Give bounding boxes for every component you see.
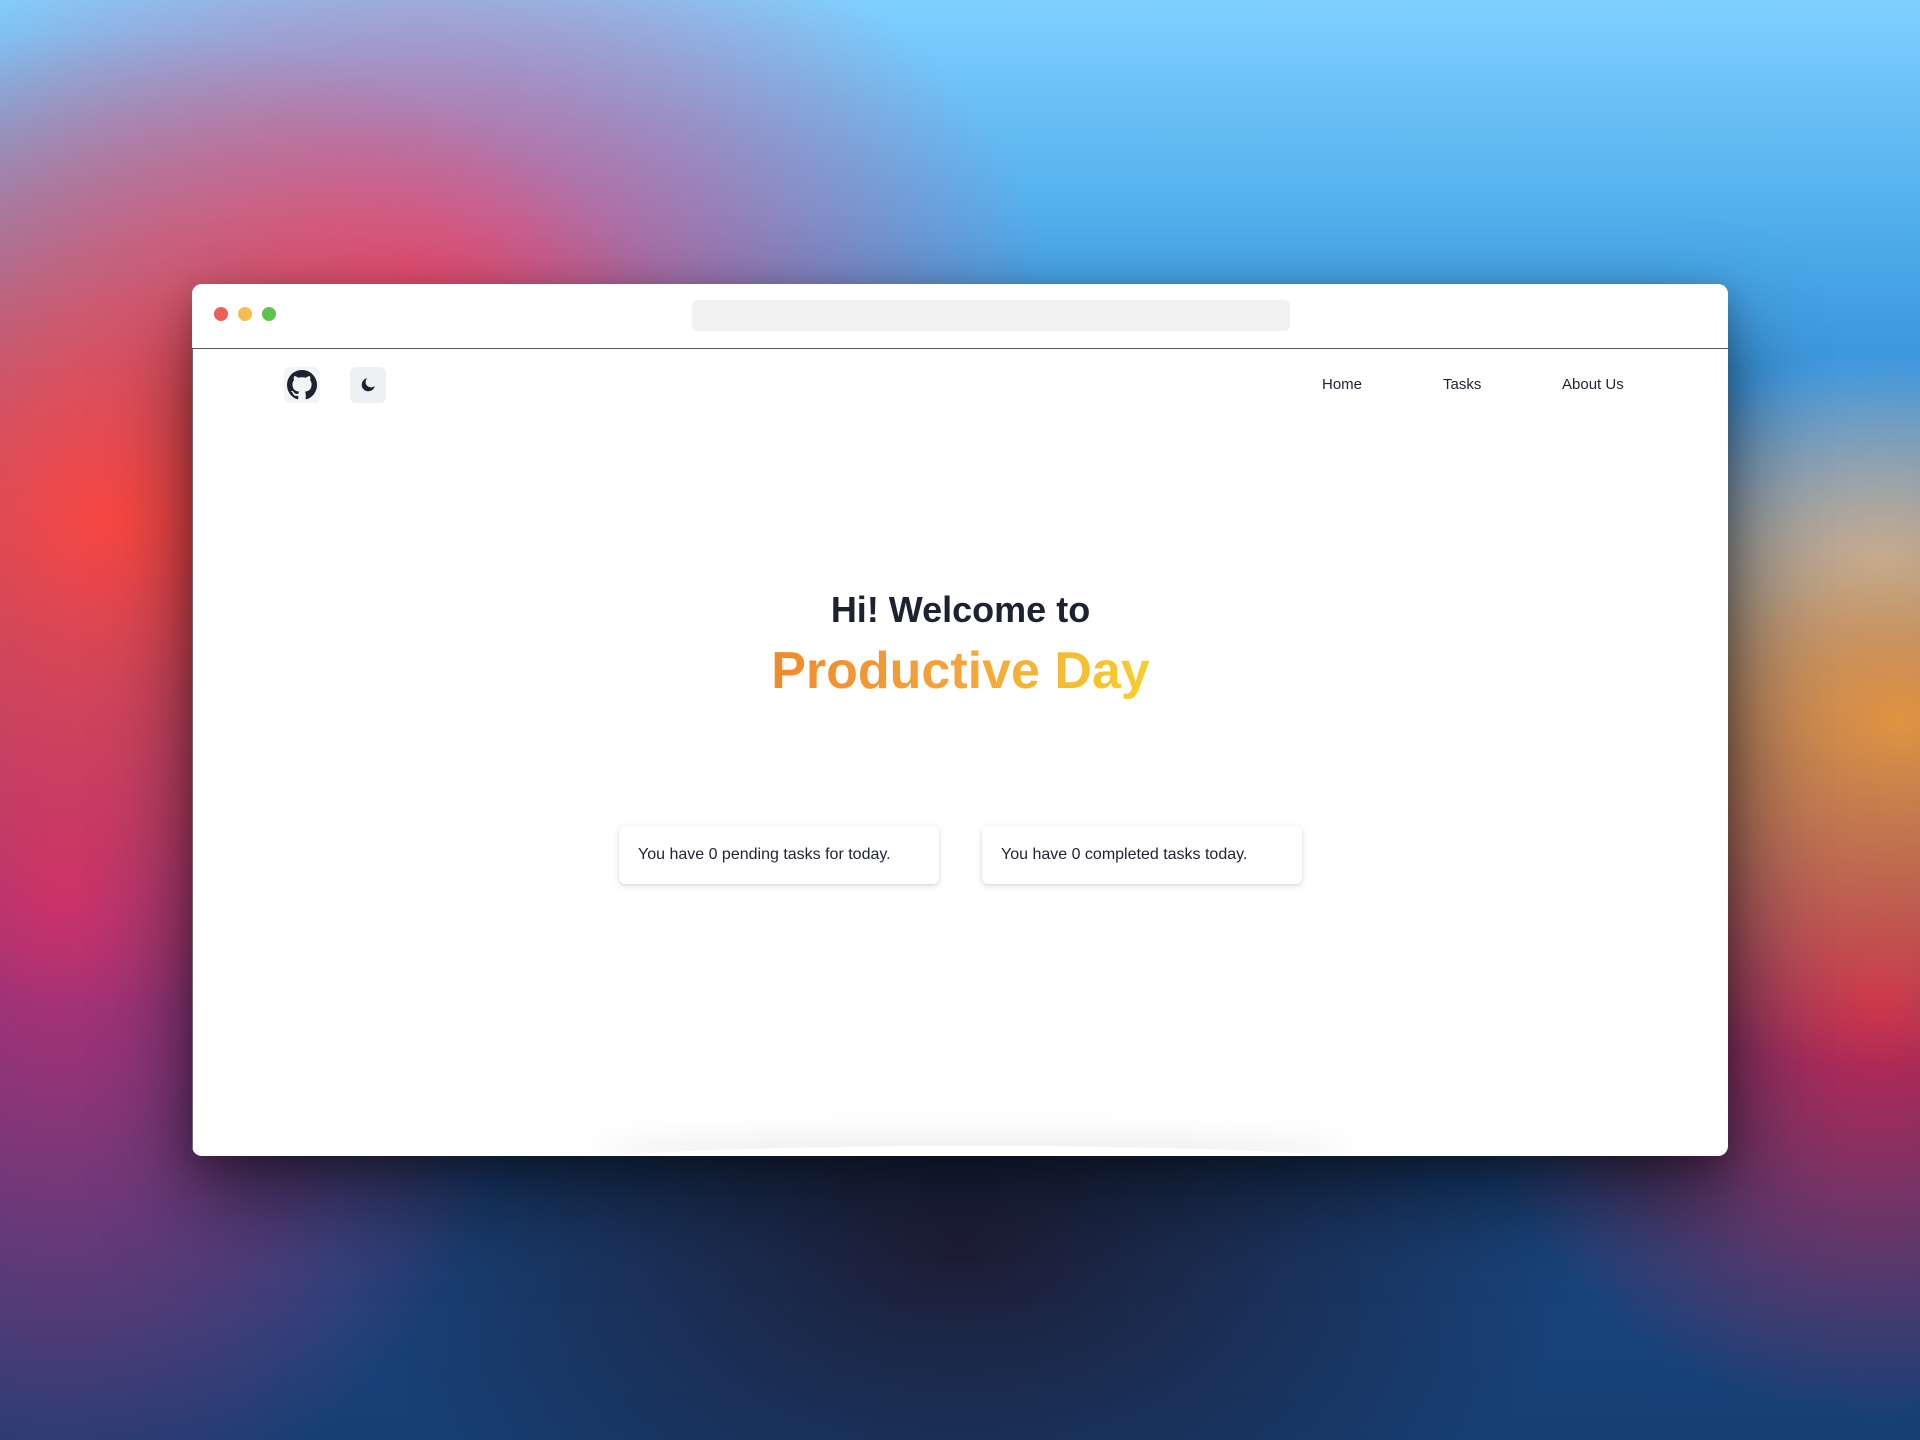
nav-link-home[interactable]: Home: [1322, 376, 1362, 393]
minimize-window-button[interactable]: [238, 307, 252, 321]
browser-window: Home Tasks About Us Hi! Welcome to Produ…: [192, 284, 1728, 1156]
dark-mode-toggle[interactable]: [350, 367, 386, 403]
footer-shadow: [593, 1146, 1353, 1156]
app-title-text: Productive Day: [771, 642, 1150, 700]
maximize-window-button[interactable]: [262, 307, 276, 321]
pending-tasks-text: You have 0 pending tasks for today.: [638, 846, 891, 863]
address-bar[interactable]: [692, 300, 1290, 331]
nav-link-tasks[interactable]: Tasks: [1443, 376, 1481, 393]
github-icon: [287, 370, 317, 400]
pending-tasks-card: You have 0 pending tasks for today.: [619, 826, 939, 884]
app-title: Productive Day: [193, 641, 1728, 701]
moon-icon: [361, 378, 375, 392]
browser-titlebar: [192, 284, 1728, 349]
nav-link-about-us[interactable]: About Us: [1562, 376, 1624, 393]
completed-tasks-text: You have 0 completed tasks today.: [1001, 846, 1248, 863]
github-link[interactable]: [284, 367, 320, 403]
close-window-button[interactable]: [214, 307, 228, 321]
completed-tasks-card: You have 0 completed tasks today.: [982, 826, 1302, 884]
welcome-heading: Hi! Welcome to: [830, 589, 1091, 630]
page-content: Home Tasks About Us Hi! Welcome to Produ…: [192, 349, 1728, 1156]
